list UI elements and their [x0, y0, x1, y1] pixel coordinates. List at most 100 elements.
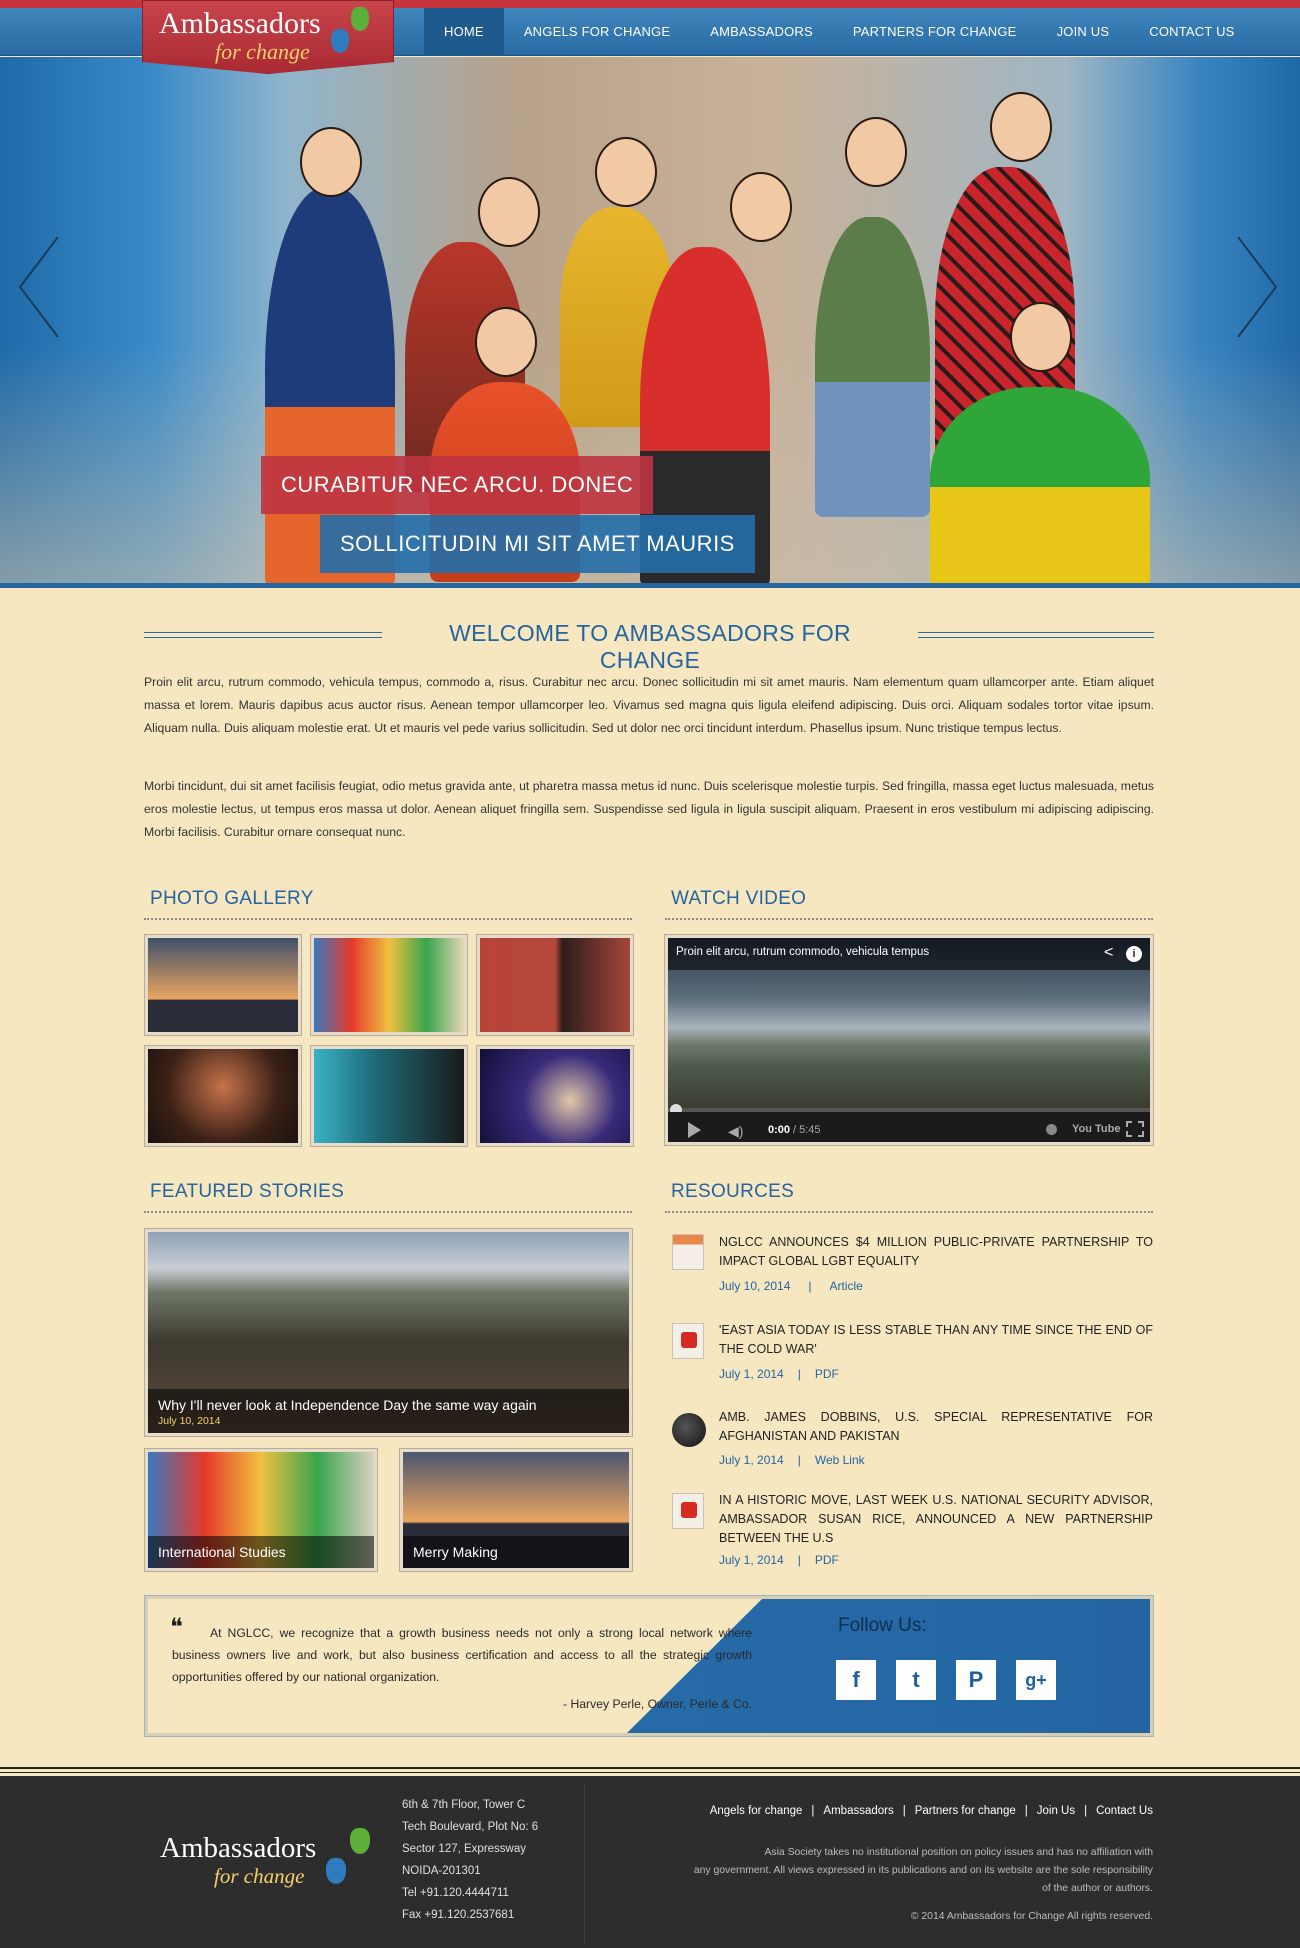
- resource-type-link[interactable]: PDF: [815, 1367, 839, 1381]
- featured-story-caption-box: Why I'll never look at Independence Day …: [148, 1389, 629, 1433]
- google-plus-icon[interactable]: g+: [1016, 1660, 1056, 1700]
- footer-copyright: © 2014 Ambassadors for Change All rights…: [910, 1911, 1153, 1922]
- footer: Ambassadors for change 6th & 7th Floor, …: [0, 1776, 1300, 1948]
- hero-person-head: [475, 307, 537, 377]
- address-line: Sector 127, Expressway: [402, 1843, 527, 1855]
- facebook-icon[interactable]: f: [836, 1660, 876, 1700]
- resource-meta-1: July 10, 2014 | Article: [719, 1279, 863, 1293]
- hero-person-head: [730, 172, 792, 242]
- hero-person-head: [300, 127, 362, 197]
- story-caption-international-studies: International Studies: [148, 1536, 374, 1568]
- footer-link-contact-us[interactable]: Contact Us: [1096, 1805, 1153, 1817]
- gallery-thumb-2[interactable]: [311, 935, 467, 1035]
- main-nav: HOME ANGELS FOR CHANGE AMBASSADORS PARTN…: [424, 8, 1255, 56]
- footer-link-ambassadors[interactable]: Ambassadors: [823, 1805, 893, 1817]
- hero-bottom-border: [0, 583, 1300, 588]
- resource-type-link[interactable]: Web Link: [815, 1453, 865, 1467]
- featured-story-merry-making[interactable]: Merry Making: [400, 1449, 632, 1571]
- gallery-thumb-1[interactable]: [145, 935, 301, 1035]
- section-divider: [665, 918, 1153, 920]
- pdf-icon: [672, 1323, 704, 1359]
- gallery-thumb-4[interactable]: [145, 1046, 301, 1146]
- address-line: NOIDA-201301: [402, 1865, 481, 1877]
- slider-next-arrow-icon[interactable]: [1232, 237, 1292, 337]
- logo-main-text: Ambassadors: [159, 7, 321, 40]
- gallery-thumb-6[interactable]: [477, 1046, 633, 1146]
- featured-story-international-studies[interactable]: International Studies: [145, 1449, 377, 1571]
- resource-title-1[interactable]: NGLCC ANNOUNCES $4 MILLION PUBLIC-PRIVAT…: [719, 1233, 1153, 1271]
- welcome-title: WELCOME TO AMBASSADORS FOR CHANGE: [449, 620, 851, 673]
- twitter-icon[interactable]: t: [896, 1660, 936, 1700]
- story-caption-merry-making: Merry Making: [403, 1536, 629, 1568]
- slider-prev-arrow-icon[interactable]: [18, 237, 78, 337]
- hero-person: [930, 387, 1150, 585]
- resource-title-4[interactable]: IN A HISTORIC MOVE, LAST WEEK U.S. NATIO…: [719, 1491, 1153, 1548]
- address-line: 6th & 7th Floor, Tower C: [402, 1799, 526, 1811]
- gallery-thumb-3[interactable]: [477, 935, 633, 1035]
- watch-video-title: WATCH VIDEO: [671, 888, 807, 909]
- featured-story-main[interactable]: Why I'll never look at Independence Day …: [145, 1229, 632, 1436]
- resource-title-2[interactable]: 'EAST ASIA TODAY IS LESS STABLE THAN ANY…: [719, 1321, 1153, 1359]
- footer-disclaimer-1: Asia Society takes no institutional posi…: [764, 1847, 1153, 1858]
- share-icon[interactable]: <: [1104, 944, 1113, 962]
- resource-type-link[interactable]: Article: [830, 1279, 863, 1293]
- pinterest-icon[interactable]: P: [956, 1660, 996, 1700]
- nav-home[interactable]: HOME: [424, 8, 504, 56]
- play-icon[interactable]: [688, 1122, 701, 1138]
- featured-stories-title: FEATURED STORIES: [150, 1181, 345, 1202]
- blue-hand-icon: [326, 1858, 346, 1884]
- featured-story-date: July 10, 2014: [158, 1415, 221, 1427]
- nav-angels-for-change[interactable]: ANGELS FOR CHANGE: [504, 8, 690, 56]
- footer-disclaimer-3: of the author or authors.: [1042, 1883, 1153, 1894]
- youtube-logo[interactable]: You Tube: [1072, 1123, 1120, 1135]
- photo-gallery-title: PHOTO GALLERY: [150, 888, 314, 909]
- featured-story-headline: Why I'll never look at Independence Day …: [158, 1397, 537, 1413]
- nav-ambassadors[interactable]: AMBASSADORS: [690, 8, 833, 56]
- hero-person-head: [478, 177, 540, 247]
- site-logo[interactable]: Ambassadors for change: [142, 0, 394, 74]
- footer-link-partners[interactable]: Partners for change: [915, 1805, 1016, 1817]
- footer-links: Angels for change | Ambassadors | Partners f…: [709, 1805, 1153, 1817]
- resource-meta-3: July 1, 2014 | Web Link: [719, 1453, 865, 1467]
- section-divider: [144, 1211, 632, 1213]
- resource-title-3[interactable]: AMB. JAMES DOBBINS, U.S. SPECIAL REPRESE…: [719, 1408, 1153, 1446]
- hero-person-head: [1010, 302, 1072, 372]
- watch-later-icon[interactable]: [1046, 1124, 1057, 1135]
- hero-caption-line2: SOLLICITUDIN MI SIT AMET MAURIS: [320, 515, 755, 573]
- nav-contact-us[interactable]: CONTACT US: [1129, 8, 1254, 56]
- hero-person-head: [845, 117, 907, 187]
- phone-line: Tel +91.120.4444711: [402, 1887, 509, 1899]
- video-player[interactable]: Proin elit arcu, rutrum commodo, vehicul…: [665, 935, 1153, 1145]
- footer-logo-main[interactable]: Ambassadors: [160, 1832, 316, 1865]
- testimonial-author: - Harvey Perle, Owner, Perle & Co.: [563, 1697, 752, 1711]
- section-divider: [665, 1211, 1153, 1213]
- green-hand-icon: [350, 1828, 370, 1854]
- video-time-total: / 5:45: [793, 1124, 821, 1136]
- hero-caption-line1: CURABITUR NEC ARCU. DONEC: [261, 456, 654, 514]
- hero-person-head: [595, 137, 657, 207]
- footer-link-angels[interactable]: Angels for change: [710, 1805, 803, 1817]
- info-icon[interactable]: i: [1126, 946, 1142, 962]
- footer-link-join-us[interactable]: Join Us: [1037, 1805, 1075, 1817]
- footer-disclaimer-2: any government. All views expressed in i…: [693, 1865, 1153, 1876]
- nav-partners-for-change[interactable]: PARTNERS FOR CHANGE: [833, 8, 1037, 56]
- follow-us-label: Follow Us:: [838, 1615, 927, 1636]
- section-divider: [144, 918, 632, 920]
- green-hand-icon: [351, 7, 369, 31]
- video-time-current: 0:00: [768, 1124, 791, 1136]
- hero-person-head: [990, 92, 1052, 162]
- footer-divider: [0, 1767, 1300, 1773]
- pdf-icon: [672, 1493, 704, 1529]
- volume-icon[interactable]: ◀): [728, 1123, 743, 1140]
- fullscreen-icon[interactable]: [1126, 1121, 1144, 1137]
- nav-join-us[interactable]: JOIN US: [1037, 8, 1130, 56]
- blue-hand-icon: [331, 29, 349, 53]
- gallery-thumb-5[interactable]: [311, 1046, 467, 1146]
- hero-person: [815, 217, 930, 517]
- resource-type-link[interactable]: PDF: [815, 1553, 839, 1567]
- video-caption: Proin elit arcu, rutrum commodo, vehicul…: [676, 946, 930, 958]
- resource-meta-2: July 1, 2014 | PDF: [719, 1367, 839, 1381]
- resources-title: RESOURCES: [671, 1181, 795, 1202]
- title-divider-left: [144, 632, 382, 638]
- resource-meta-4: July 1, 2014 | PDF: [719, 1553, 839, 1567]
